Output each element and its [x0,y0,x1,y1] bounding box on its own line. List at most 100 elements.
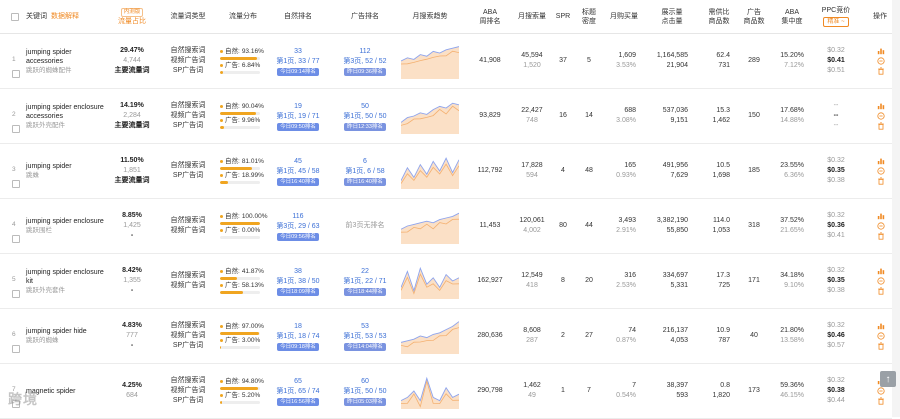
bar-chart-icon[interactable] [877,212,885,220]
purchase-rate: 3.08% [616,117,636,124]
monthly-search-cell: 8,608 287 [512,309,552,363]
header-monthly-search[interactable]: 月搜索量 [512,0,552,33]
trend-sparkline-cell[interactable] [400,254,460,308]
organic-rank-cell[interactable]: 65 第1页, 65 / 74 今日16:56排名 [272,364,324,418]
bar-chart-icon[interactable] [877,102,885,110]
scroll-top-button[interactable]: ↑ [880,371,896,387]
aba-concentration: 34.18% [780,272,804,279]
monthly-purchase: 316 [624,272,636,279]
ad-products-cell: 318 [740,199,768,253]
keyword-cell[interactable]: jumping spider enclosure 跳跃围栏 [26,199,108,253]
organic-rank-cell[interactable]: 33 第1页, 33 / 77 今日09:14排名 [272,34,324,88]
organic-rank-cell[interactable]: 116 第3页, 29 / 63 今日09:56排名 [272,199,324,253]
header-spr[interactable]: SPR [553,0,573,33]
row-number: 3 [12,166,16,173]
trash-icon[interactable] [877,177,885,185]
header-organic-rank[interactable]: 自然排名 [272,0,324,33]
trash-icon[interactable] [877,122,885,130]
organic-rank-cell[interactable]: 18 第1页, 18 / 74 今日09:18排名 [272,309,324,363]
aba-concentration-cell: 21.80% 13.58% [772,309,804,363]
trend-sparkline-cell[interactable] [400,364,460,418]
row-checkbox[interactable] [12,180,20,190]
monthly-search: 17,828 [521,162,543,169]
trend-sparkline-cell[interactable] [400,144,460,198]
keyword-cell[interactable]: magnetic spider [26,364,108,418]
header-ad-rank[interactable]: 广告排名 [340,0,390,33]
row-checkbox[interactable] [12,290,20,300]
minus-circle-icon[interactable] [877,222,885,230]
aba-rank: 41,908 [479,57,501,64]
row-checkbox[interactable] [12,125,20,135]
spr-value: 4 [561,167,565,174]
row-checkbox[interactable] [12,235,20,245]
minus-circle-icon[interactable] [877,112,885,120]
title-density-cell: 48 [576,144,602,198]
ad-rank-cell[interactable]: 53 第1页, 53 / 53 今日14:04排名 [340,309,390,363]
header-aba-rank[interactable]: ABA 周排名 [470,0,510,33]
aba-rank-cell: 280,636 [470,309,510,363]
keyword-table: 关键词 数据解释 内测版 流量占比 流量词类型 流量分布 自然排名 广告排名 月… [0,0,892,419]
keyword-cell[interactable]: jumping spider accessories 跳跃的蜘蛛配件 [26,34,108,88]
ad-rank-cell[interactable]: 60 第1页, 50 / 50 昨日05:03排名 [340,364,390,418]
traffic-share-pct: 8.85% [122,212,142,219]
trend-sparkline-cell[interactable] [400,199,460,253]
product-count: 1,820 [712,392,730,399]
organic-rank-cell[interactable]: 45 第1页, 45 / 58 今日16:40排名 [272,144,324,198]
trash-icon[interactable] [877,342,885,350]
ad-rank-cell[interactable]: 22 第1页, 22 / 71 今日18:44排名 [340,254,390,308]
ppc-cell: $0.32 $0.36 $0.41 [816,199,856,253]
trash-icon[interactable] [877,67,885,75]
organic-rank-cell[interactable]: 19 第1页, 19 / 71 今日09:50排名 [272,89,324,143]
aba-concentration-2: 6.36% [784,172,804,179]
trend-sparkline-cell[interactable] [400,309,460,363]
minus-circle-icon[interactable] [877,387,885,395]
minus-circle-icon[interactable] [877,277,885,285]
trash-icon[interactable] [877,397,885,405]
trend-area [401,46,459,79]
ad-rank-cell[interactable]: 6 第1页, 6 / 58 昨日16:40排名 [340,144,390,198]
vertical-scrollbar[interactable] [892,0,900,417]
row-checkbox[interactable] [12,345,20,355]
bar-chart-icon[interactable] [877,322,885,330]
ad-rank-cell[interactable]: 50 第1页, 50 / 50 昨日12:33排名 [340,89,390,143]
header-impressions[interactable]: 展示量 点击量 [650,0,694,33]
trend-sparkline-cell[interactable] [400,34,460,88]
organic-rank-cell[interactable]: 38 第1页, 38 / 50 今日18:09排名 [272,254,324,308]
trend-sparkline-cell[interactable] [400,89,460,143]
keyword-cell[interactable]: jumping spider hide 跳跃的蜘蛛 [26,309,108,363]
header-aba-concentration[interactable]: ABA 集中度 [772,0,812,33]
ad-rank-cell[interactable]: 前3页无排名 [340,199,390,253]
data-explain-link[interactable]: 数据解释 [51,12,79,21]
keyword-cell[interactable]: jumping spider enclosure accessories 跳跃外壳… [26,89,108,143]
ad-products: 185 [748,167,760,174]
header-traffic-share[interactable]: 内测版 流量占比 [108,0,156,33]
header-ad-products[interactable]: 广告 商品数 [740,0,768,33]
minus-circle-icon[interactable] [877,57,885,65]
row-actions [870,309,892,363]
header-monthly-purchase[interactable]: 月购买量 [604,0,644,33]
ad-products-cell: 40 [740,309,768,363]
ad-rank-cell[interactable]: 112 第3页, 52 / 52 昨日09:36排名 [340,34,390,88]
aba-concentration-2: 7.12% [784,62,804,69]
minus-circle-icon[interactable] [877,167,885,175]
minus-circle-icon[interactable] [877,332,885,340]
bar-chart-icon[interactable] [877,267,885,275]
trash-icon[interactable] [877,287,885,295]
keyword-cell[interactable]: jumping spider enclosure kit 跳跃外壳套件 [26,254,108,308]
traffic-dist-cell: 自然: 94.80% 广告: 5.20% [220,364,270,418]
keyword-cell[interactable]: jumping spider 跳蛛 [26,144,108,198]
ad-rank-page: 第1页, 50 / 50 [343,387,387,395]
aba-rank-cell: 11,453 [470,199,510,253]
ppc-low: $0.32 [827,267,845,274]
aba-rank-cell: 162,927 [470,254,510,308]
ad-rank: 6 [363,157,367,165]
header-title-density[interactable]: 标题 密度 [576,0,602,33]
bar-chart-icon[interactable] [877,47,885,55]
bar-chart-icon[interactable] [877,157,885,165]
row-checkbox[interactable] [12,70,20,80]
header-supply-ratio[interactable]: 需供比 商品数 [700,0,738,33]
trash-icon[interactable] [877,232,885,240]
traffic-type: SP广告词 [172,397,204,404]
select-all-checkbox[interactable] [10,0,20,33]
ppc-match-select[interactable]: 精准 ~ [823,17,849,27]
